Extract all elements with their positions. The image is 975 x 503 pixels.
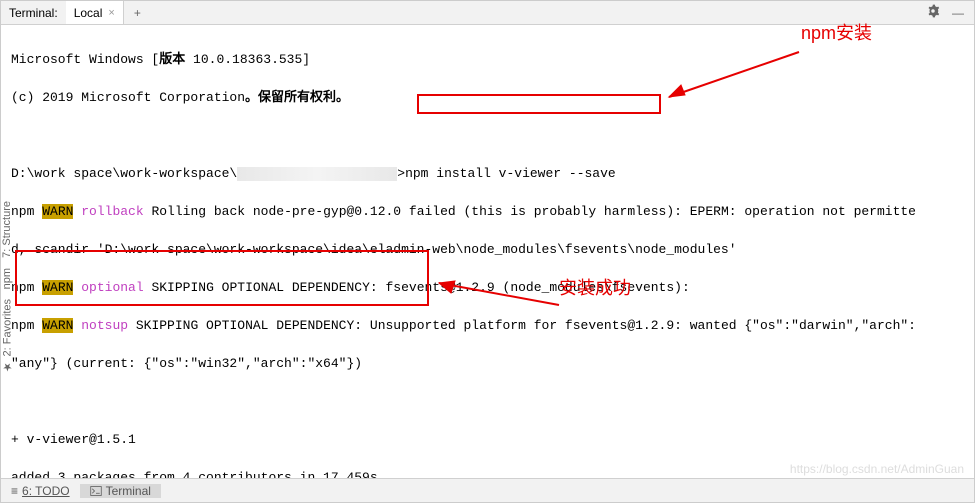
bottom-tab-terminal[interactable]: Terminal (80, 484, 161, 498)
bottom-tool-bar: ≡ 6: TODO Terminal (1, 478, 974, 502)
close-icon[interactable]: × (108, 7, 114, 19)
side-tab-favorites[interactable]: ★ 2: Favorites (1, 299, 14, 373)
terminal-icon (90, 485, 102, 497)
warn-badge: WARN (42, 318, 73, 333)
install-result-line: + v-viewer@1.5.1 (11, 430, 964, 449)
side-tab-npm[interactable]: npm (1, 268, 13, 289)
redacted-path (237, 167, 397, 181)
arrow-icon (659, 47, 809, 107)
annotation-install: npm安装 (801, 19, 872, 45)
side-tab-structure[interactable]: 7: Structure (1, 201, 13, 258)
annotation-box-command (417, 94, 661, 114)
annotation-box-result (15, 250, 429, 306)
side-tool-tabs: 7: Structure npm ★ 2: Favorites (1, 191, 21, 384)
gear-icon[interactable] (920, 4, 946, 21)
new-tab-button[interactable]: + (124, 6, 151, 20)
command-text: npm install v-viewer --save (405, 166, 616, 181)
watermark: https://blog.csdn.net/AdminGuan (790, 462, 964, 476)
arrow-icon (429, 273, 569, 313)
tab-label: Local (74, 6, 103, 20)
bottom-tab-todo[interactable]: ≡ 6: TODO (1, 484, 80, 498)
annotation-success: 安装成功 (559, 274, 631, 300)
terminal-output[interactable]: Microsoft Windows [版本 10.0.18363.535] (c… (1, 25, 974, 478)
tab-local[interactable]: Local × (66, 1, 124, 24)
terminal-label: Terminal: (1, 6, 66, 20)
minimize-icon[interactable]: — (946, 6, 974, 20)
warn-badge: WARN (42, 204, 73, 219)
